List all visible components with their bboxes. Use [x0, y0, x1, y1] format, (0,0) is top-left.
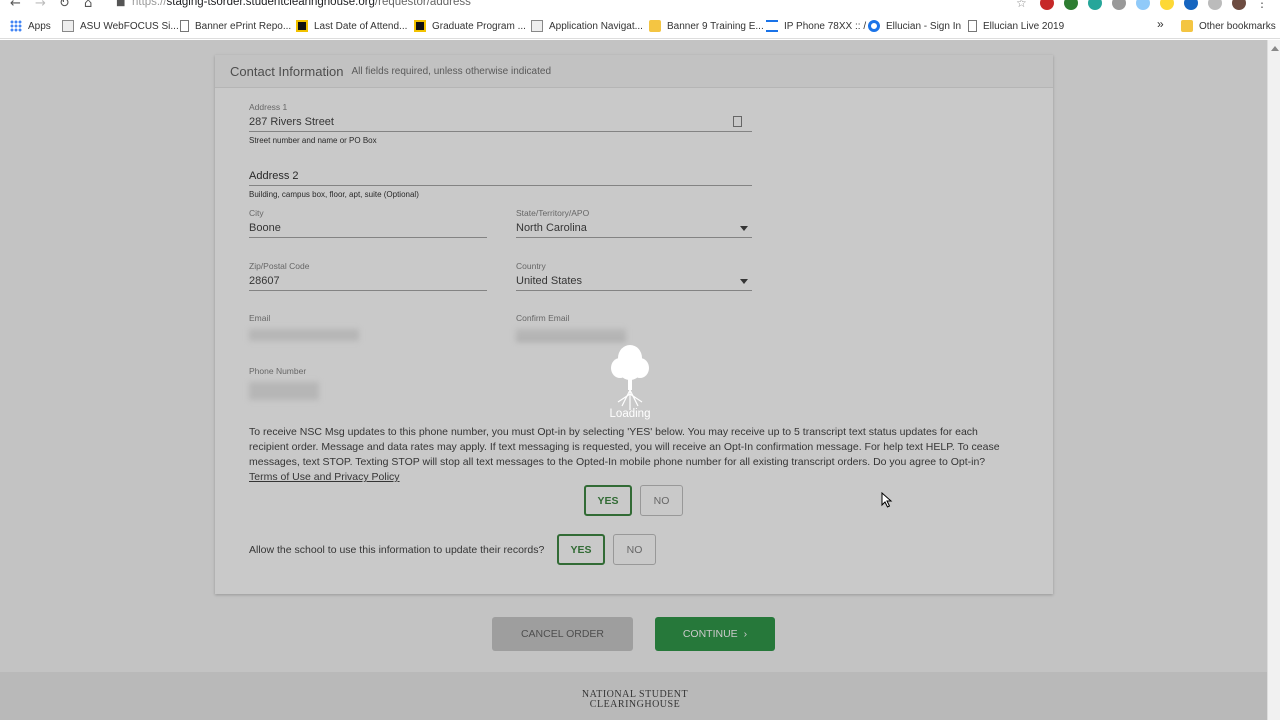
- extension-mail-icon[interactable]: [1136, 0, 1150, 10]
- extension-icons: ☆ ⋮: [1016, 0, 1270, 10]
- bookmark-label: ASU WebFOCUS Si...: [80, 20, 179, 32]
- bookmark-last-date[interactable]: Last Date of Attend...: [296, 20, 407, 32]
- home-icon[interactable]: ⌂: [84, 0, 92, 11]
- lock-icon: ■: [116, 0, 126, 8]
- bookmark-label: Other bookmarks: [1199, 20, 1276, 32]
- extension-green-icon[interactable]: [1064, 0, 1078, 10]
- loading-indicator: Loading: [600, 340, 660, 420]
- page-icon: [968, 20, 977, 32]
- chevron-double-icon: »: [1157, 17, 1164, 31]
- bookmarks-bar: Apps ASU WebFOCUS Si... Banner ePrint Re…: [0, 14, 1280, 39]
- forward-icon[interactable]: →: [35, 0, 46, 11]
- bookmark-label: IP Phone 78XX :: /: [784, 20, 867, 32]
- vertical-scrollbar[interactable]: [1267, 40, 1280, 720]
- bookmark-label: Ellucian Live 2019: [983, 20, 1065, 32]
- appstate-icon: [414, 20, 426, 32]
- extension-blue-icon[interactable]: [1184, 0, 1198, 10]
- reload-icon[interactable]: ↻: [59, 0, 70, 11]
- cisco-icon: [766, 20, 778, 32]
- bookmark-ip-phone[interactable]: IP Phone 78XX :: /: [766, 20, 866, 32]
- bookmark-label: Banner ePrint Repo...: [195, 20, 292, 32]
- bookmark-apps[interactable]: Apps: [10, 20, 51, 32]
- extension-teal-icon[interactable]: [1088, 0, 1102, 10]
- bookmark-label: Banner 9 Training E...: [667, 20, 764, 32]
- url-path: /requestor/address: [374, 0, 471, 8]
- bookmark-label: Ellucian - Sign In: [886, 20, 962, 32]
- url-domain: staging-tsorder.studentclearinghouse.org: [166, 0, 375, 8]
- loading-text: Loading: [609, 408, 651, 420]
- profile-avatar[interactable]: [1232, 0, 1246, 10]
- bookmark-ellucian-signin[interactable]: Ellucian - Sign In: [868, 20, 961, 32]
- bookmark-ellucian-live[interactable]: Ellucian Live 2019: [968, 20, 1064, 32]
- bookmark-asu-webfocus[interactable]: ASU WebFOCUS Si...: [62, 20, 179, 32]
- app-icon: [531, 20, 543, 32]
- ellucian-icon: [868, 20, 880, 32]
- bookmark-label: Graduate Program ...: [432, 20, 526, 32]
- url-scheme: https://: [132, 0, 167, 8]
- bookmark-label: Application Navigat...: [549, 20, 643, 32]
- back-icon[interactable]: ←: [10, 0, 21, 11]
- extension-light-icon[interactable]: [1208, 0, 1222, 10]
- extension-red-icon[interactable]: [1040, 0, 1054, 10]
- folder-icon: [1181, 20, 1193, 32]
- bookmark-other[interactable]: Other bookmarks: [1181, 20, 1276, 32]
- bookmark-graduate-program[interactable]: Graduate Program ...: [414, 20, 526, 32]
- bookmarks-overflow-button[interactable]: »: [1157, 17, 1164, 31]
- star-icon[interactable]: ☆: [1016, 0, 1030, 10]
- appstate-icon: [296, 20, 308, 32]
- menu-dots-icon[interactable]: ⋮: [1256, 0, 1270, 10]
- extension-gray-icon[interactable]: [1112, 0, 1126, 10]
- address-bar[interactable]: https://staging-tsorder.studentclearingh…: [132, 0, 471, 8]
- tree-icon: [611, 345, 649, 410]
- mouse-cursor-icon: [881, 492, 893, 508]
- bookmark-label: Apps: [28, 20, 51, 32]
- browser-toolbar: ← → ↻ ⌂ ■ https://staging-tsorder.studen…: [0, 0, 1280, 14]
- extension-yellow-icon[interactable]: [1160, 0, 1174, 10]
- page-icon: [180, 20, 189, 32]
- bookmark-banner9-training[interactable]: Banner 9 Training E...: [649, 20, 764, 32]
- asu-icon: [62, 20, 74, 32]
- folder-icon: [649, 20, 661, 32]
- apps-grid-icon: [10, 20, 22, 32]
- scroll-up-icon[interactable]: [1271, 46, 1279, 51]
- bookmark-application-navigator[interactable]: Application Navigat...: [531, 20, 643, 32]
- bookmark-label: Last Date of Attend...: [314, 20, 408, 32]
- bookmark-banner-eprint[interactable]: Banner ePrint Repo...: [180, 20, 291, 32]
